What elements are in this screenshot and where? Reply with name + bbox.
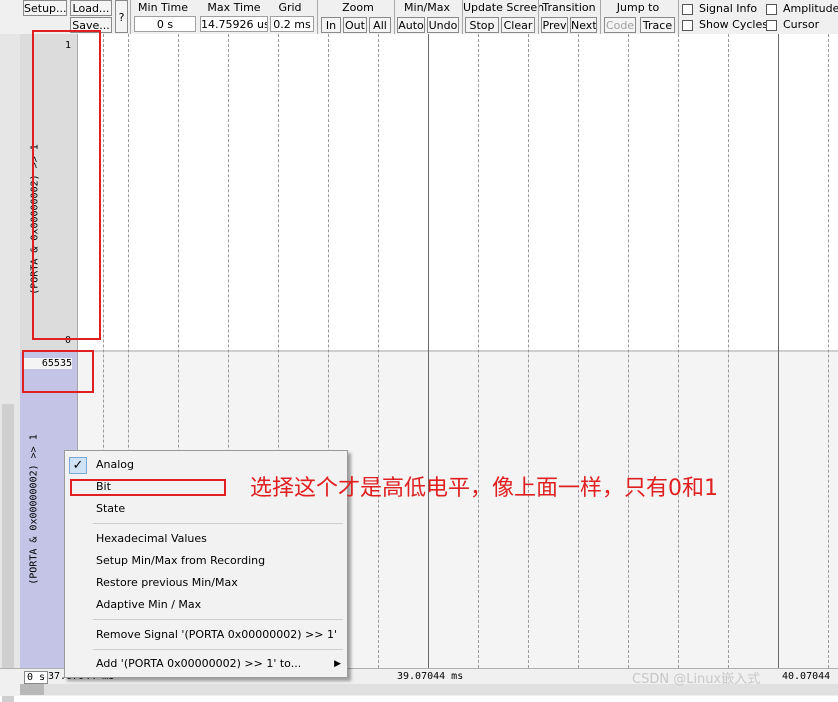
menu-item-label: Hexadecimal Values [96,532,207,545]
toolbar-separator [394,0,395,34]
left-edge-strip [0,34,21,702]
menu-item-restore-minmax[interactable]: Restore previous Min/Max [65,572,347,594]
menu-item-label: Adaptive Min / Max [96,598,202,611]
status-center-time: 39.07044 ms [397,671,464,682]
zoom-out-button[interactable]: Out [343,17,367,33]
menu-item-remove-signal[interactable]: Remove Signal '(PORTA 0x00000002) >> 1' [65,624,347,646]
grid-field: 0.2 ms [270,16,314,32]
minmax-undo-button[interactable]: Undo [427,17,459,33]
watermark: CSDN @Linux嵌入式 [632,672,761,687]
help-button[interactable]: ? [115,0,128,33]
update-clear-button[interactable]: Clear [501,17,535,33]
signal-divider[interactable] [20,350,838,352]
minmax-auto-button[interactable]: Auto [397,17,425,33]
horizontal-scroll-thumb[interactable] [20,684,44,695]
grid-line [678,34,679,668]
zoom-all-button[interactable]: All [369,17,391,33]
transition-label: Transition [542,1,596,14]
show-cycles-checkbox[interactable] [682,20,693,31]
menu-item-hexadecimal-values[interactable]: Hexadecimal Values [65,528,347,550]
amplitude-checkbox[interactable] [766,4,777,15]
update-stop-button[interactable]: Stop [465,17,499,33]
jump-code-button[interactable]: Code [604,17,636,33]
grid-line [578,34,579,668]
min-time-field: 0 s [134,16,196,32]
transition-next-button[interactable]: Next [570,17,597,33]
annotation-box-signal-2-max [22,350,94,393]
grid-line-major [428,34,429,668]
annotation-box-bit-item [70,479,226,496]
max-time-label: Max Time [207,1,261,14]
waveform-area-signal-1[interactable] [78,34,838,350]
cursor-label: Cursor [783,18,820,31]
menu-item-label: Restore previous Min/Max [96,576,238,589]
submenu-arrow-icon: ▶ [334,659,341,669]
jump-to-label: Jump to [616,1,660,14]
toolbar-separator [130,0,131,34]
signal-info-checkbox[interactable] [682,4,693,15]
min-time-label: Min Time [138,1,188,14]
minmax-label: Min/Max [404,1,450,14]
toolbar-separator [600,0,601,34]
status-start-time: 0 s [24,671,49,684]
menu-item-label: Remove Signal '(PORTA 0x00000002) >> 1' [96,628,337,641]
menu-item-label: Setup Min/Max from Recording [96,554,266,567]
menu-item-label: State [96,502,126,515]
annotation-box-signal-1 [32,30,101,340]
amplitude-label: Amplitude [783,2,838,15]
menu-item-setup-minmax[interactable]: Setup Min/Max from Recording [65,550,347,572]
toolbar-separator [317,0,318,34]
toolbar: Setup... Load... Save... ? Min Time 0 s … [0,0,838,35]
menu-item-adaptive-minmax[interactable]: Adaptive Min / Max [65,594,347,616]
zoom-in-button[interactable]: In [321,17,341,33]
grid-line [528,34,529,668]
grid-line [628,34,629,668]
show-cycles-label: Show Cycles [699,18,768,31]
grid-line [728,34,729,668]
jump-trace-button[interactable]: Trace [640,17,675,33]
transition-prev-button[interactable]: Prev [541,17,568,33]
menu-item-label: Add '(PORTA 0x00000002) >> 1' to... [96,657,302,670]
menu-separator [93,619,343,620]
menu-item-add-to[interactable]: Add '(PORTA 0x00000002) >> 1' to... ▶ [65,653,347,675]
toolbar-separator [678,0,679,34]
grid-line [478,34,479,668]
menu-separator [93,523,343,524]
grid-label: Grid [278,1,302,14]
max-time-field: 14.75926 us [200,16,268,32]
menu-separator [93,649,343,650]
menu-item-label: Analog [96,458,135,471]
annotation-text: 选择这个才是高低电平，像上面一样，只有0和1 [250,476,718,501]
update-screen-label: Update Screen [463,1,545,14]
zoom-label: Zoom [342,1,374,14]
signal-2-name: (PORTA & 0x00000002) >> 1 [28,434,40,585]
grid-line-major [778,34,779,668]
toolbar-separator [538,0,539,34]
grid-line [378,34,379,668]
setup-button[interactable]: Setup... [23,0,67,16]
grid-line [828,34,829,668]
vertical-scroll-thumb[interactable] [2,404,14,702]
status-right-time: 40.07044 [782,671,831,682]
signal-info-label: Signal Info [699,2,758,15]
cursor-checkbox[interactable] [766,20,777,31]
check-icon: ✓ [69,457,87,474]
load-button[interactable]: Load... [70,0,112,16]
